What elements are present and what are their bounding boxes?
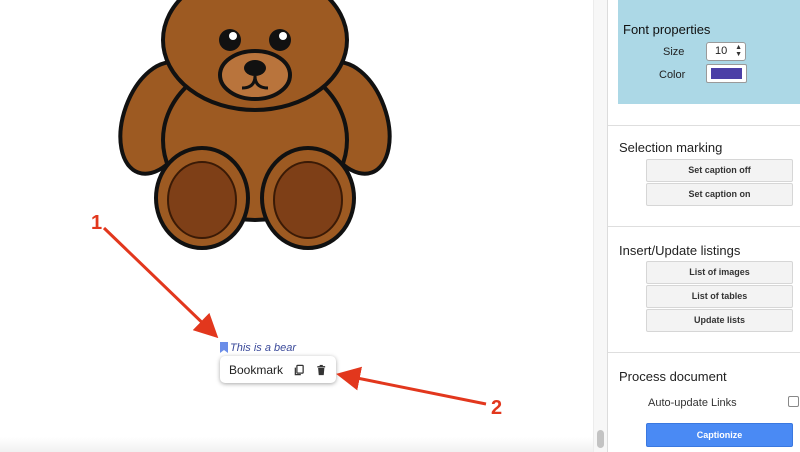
font-color-fill <box>711 68 742 79</box>
font-properties-title: Font properties <box>623 22 711 37</box>
font-size-value: 10 <box>715 45 728 57</box>
process-document-title: Process document <box>619 369 727 384</box>
set-caption-off-button[interactable]: Set caption off <box>646 159 793 182</box>
stepper-arrows-icon[interactable]: ▲ ▼ <box>735 44 742 58</box>
teddy-bear-image[interactable] <box>110 0 400 253</box>
image-caption[interactable]: This is a bear <box>230 342 296 354</box>
bookmark-link[interactable]: Bookmark <box>229 363 283 377</box>
set-caption-on-button[interactable]: Set caption on <box>646 183 793 206</box>
captionize-button[interactable]: Captionize <box>646 423 793 447</box>
font-color-picker[interactable] <box>706 64 747 83</box>
section-divider <box>608 125 800 126</box>
trash-icon[interactable] <box>315 362 327 378</box>
captionizer-sidebar: Font properties Size 10 ▲ ▼ Color Selecti… <box>608 0 800 452</box>
copy-icon[interactable] <box>293 362 305 378</box>
selection-marking-title: Selection marking <box>619 140 723 155</box>
auto-update-links-checkbox[interactable] <box>788 396 799 407</box>
bookmark-popup: Bookmark <box>220 356 336 383</box>
font-size-stepper[interactable]: 10 ▲ ▼ <box>706 42 746 61</box>
section-divider <box>608 352 800 353</box>
font-properties-section: Font properties Size 10 ▲ ▼ Color <box>618 0 800 104</box>
bookmark-flag-icon[interactable] <box>220 342 228 353</box>
list-of-tables-button[interactable]: List of tables <box>646 285 793 308</box>
update-lists-button[interactable]: Update lists <box>646 309 793 332</box>
section-divider <box>608 226 800 227</box>
vertical-scrollbar[interactable] <box>593 0 607 452</box>
auto-update-links-label: Auto-update Links <box>648 397 737 409</box>
scrollbar-thumb[interactable] <box>597 430 604 448</box>
listings-title: Insert/Update listings <box>619 243 741 258</box>
list-of-images-button[interactable]: List of images <box>646 261 793 284</box>
size-label: Size <box>663 46 685 58</box>
color-label: Color <box>659 69 686 81</box>
callout-number-2: 2 <box>491 397 503 419</box>
horizontal-scrollbar[interactable] <box>0 437 593 452</box>
callout-number-1: 1 <box>91 212 103 234</box>
document-canvas[interactable]: This is a bear Bookmark 1 2 <box>0 0 593 452</box>
